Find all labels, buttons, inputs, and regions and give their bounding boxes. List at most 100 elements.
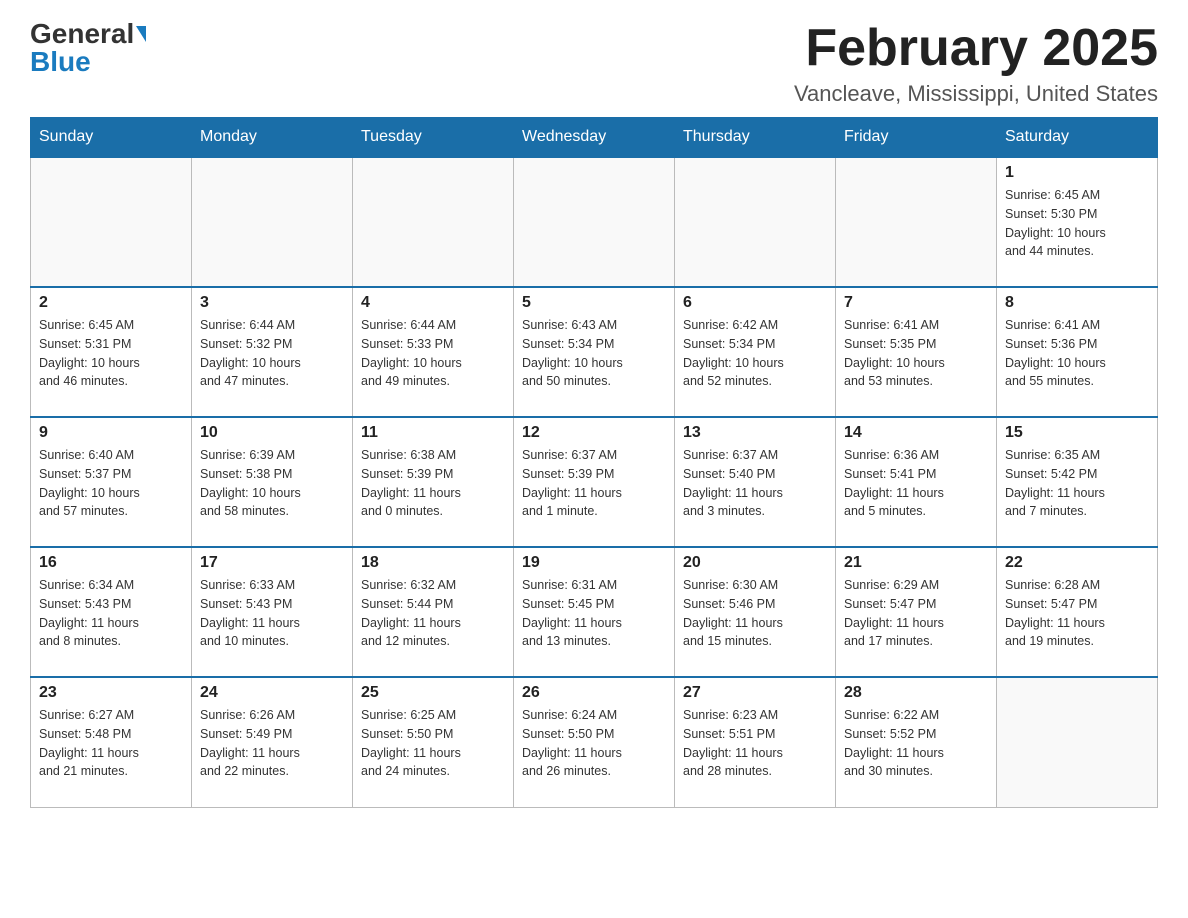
day-number: 7 xyxy=(844,294,988,312)
logo-blue-text: Blue xyxy=(30,48,91,76)
calendar-cell xyxy=(997,677,1158,807)
calendar-cell: 2 Sunrise: 6:45 AMSunset: 5:31 PMDaylight… xyxy=(31,287,192,417)
calendar-cell xyxy=(353,157,514,287)
calendar-cell: 11Sunrise: 6:38 AMSunset: 5:39 PMDayligh… xyxy=(353,417,514,547)
weekday-header-tuesday: Tuesday xyxy=(353,118,514,158)
day-info: Sunrise: 6:41 AMSunset: 5:36 PMDaylight:… xyxy=(1005,316,1149,391)
week-row-2: 2 Sunrise: 6:45 AMSunset: 5:31 PMDaylight… xyxy=(31,287,1158,417)
day-number: 12 xyxy=(522,424,666,442)
calendar-cell: 27 Sunrise: 6:23 AMSunset: 5:51 PMDayligh… xyxy=(675,677,836,807)
calendar-cell: 15 Sunrise: 6:35 AMSunset: 5:42 PMDayligh… xyxy=(997,417,1158,547)
title-area: February 2025 Vancleave, Mississippi, Un… xyxy=(794,20,1158,107)
calendar-cell xyxy=(836,157,997,287)
weekday-header-sunday: Sunday xyxy=(31,118,192,158)
calendar-cell: 16 Sunrise: 6:34 AMSunset: 5:43 PMDayligh… xyxy=(31,547,192,677)
calendar-cell xyxy=(675,157,836,287)
day-number: 14 xyxy=(844,424,988,442)
calendar-cell: 3 Sunrise: 6:44 AMSunset: 5:32 PMDaylight… xyxy=(192,287,353,417)
day-number: 15 xyxy=(1005,424,1149,442)
calendar-cell: 8 Sunrise: 6:41 AMSunset: 5:36 PMDaylight… xyxy=(997,287,1158,417)
day-number: 26 xyxy=(522,684,666,702)
day-info: Sunrise: 6:26 AMSunset: 5:49 PMDaylight:… xyxy=(200,706,344,781)
day-info: Sunrise: 6:45 AMSunset: 5:31 PMDaylight:… xyxy=(39,316,183,391)
day-info: Sunrise: 6:28 AMSunset: 5:47 PMDaylight:… xyxy=(1005,576,1149,651)
day-info: Sunrise: 6:44 AMSunset: 5:32 PMDaylight:… xyxy=(200,316,344,391)
calendar-cell: 6 Sunrise: 6:42 AMSunset: 5:34 PMDaylight… xyxy=(675,287,836,417)
day-number: 27 xyxy=(683,684,827,702)
weekday-header-monday: Monday xyxy=(192,118,353,158)
calendar-cell: 5Sunrise: 6:43 AMSunset: 5:34 PMDaylight… xyxy=(514,287,675,417)
calendar-cell: 10 Sunrise: 6:39 AMSunset: 5:38 PMDayligh… xyxy=(192,417,353,547)
day-info: Sunrise: 6:25 AMSunset: 5:50 PMDaylight:… xyxy=(361,706,505,781)
calendar-subtitle: Vancleave, Mississippi, United States xyxy=(794,81,1158,107)
day-info: Sunrise: 6:30 AMSunset: 5:46 PMDaylight:… xyxy=(683,576,827,651)
calendar-cell xyxy=(514,157,675,287)
day-info: Sunrise: 6:37 AMSunset: 5:39 PMDaylight:… xyxy=(522,446,666,521)
weekday-header-friday: Friday xyxy=(836,118,997,158)
day-info: Sunrise: 6:45 AMSunset: 5:30 PMDaylight:… xyxy=(1005,186,1149,261)
day-number: 18 xyxy=(361,554,505,572)
day-number: 8 xyxy=(1005,294,1149,312)
day-number: 22 xyxy=(1005,554,1149,572)
day-number: 3 xyxy=(200,294,344,312)
day-number: 17 xyxy=(200,554,344,572)
day-info: Sunrise: 6:22 AMSunset: 5:52 PMDaylight:… xyxy=(844,706,988,781)
day-number: 13 xyxy=(683,424,827,442)
day-info: Sunrise: 6:23 AMSunset: 5:51 PMDaylight:… xyxy=(683,706,827,781)
day-info: Sunrise: 6:27 AMSunset: 5:48 PMDaylight:… xyxy=(39,706,183,781)
week-row-4: 16 Sunrise: 6:34 AMSunset: 5:43 PMDayligh… xyxy=(31,547,1158,677)
day-info: Sunrise: 6:42 AMSunset: 5:34 PMDaylight:… xyxy=(683,316,827,391)
calendar-cell: 23 Sunrise: 6:27 AMSunset: 5:48 PMDayligh… xyxy=(31,677,192,807)
day-number: 28 xyxy=(844,684,988,702)
day-info: Sunrise: 6:35 AMSunset: 5:42 PMDaylight:… xyxy=(1005,446,1149,521)
calendar-cell: 21 Sunrise: 6:29 AMSunset: 5:47 PMDayligh… xyxy=(836,547,997,677)
calendar-cell: 18 Sunrise: 6:32 AMSunset: 5:44 PMDayligh… xyxy=(353,547,514,677)
calendar-cell: 4Sunrise: 6:44 AMSunset: 5:33 PMDaylight… xyxy=(353,287,514,417)
weekday-header-thursday: Thursday xyxy=(675,118,836,158)
calendar-cell: 14 Sunrise: 6:36 AMSunset: 5:41 PMDayligh… xyxy=(836,417,997,547)
calendar-cell: 19 Sunrise: 6:31 AMSunset: 5:45 PMDayligh… xyxy=(514,547,675,677)
week-row-1: 1 Sunrise: 6:45 AMSunset: 5:30 PMDaylight… xyxy=(31,157,1158,287)
day-info: Sunrise: 6:32 AMSunset: 5:44 PMDaylight:… xyxy=(361,576,505,651)
day-info: Sunrise: 6:38 AMSunset: 5:39 PMDaylight:… xyxy=(361,446,505,521)
day-number: 2 xyxy=(39,294,183,312)
calendar-cell: 7 Sunrise: 6:41 AMSunset: 5:35 PMDaylight… xyxy=(836,287,997,417)
day-info: Sunrise: 6:29 AMSunset: 5:47 PMDaylight:… xyxy=(844,576,988,651)
day-number: 1 xyxy=(1005,164,1149,182)
calendar-cell: 25Sunrise: 6:25 AMSunset: 5:50 PMDayligh… xyxy=(353,677,514,807)
day-info: Sunrise: 6:41 AMSunset: 5:35 PMDaylight:… xyxy=(844,316,988,391)
calendar-cell: 26 Sunrise: 6:24 AMSunset: 5:50 PMDayligh… xyxy=(514,677,675,807)
day-info: Sunrise: 6:31 AMSunset: 5:45 PMDaylight:… xyxy=(522,576,666,651)
calendar-table: SundayMondayTuesdayWednesdayThursdayFrid… xyxy=(30,117,1158,808)
weekday-header-saturday: Saturday xyxy=(997,118,1158,158)
calendar-title: February 2025 xyxy=(794,20,1158,77)
day-number: 6 xyxy=(683,294,827,312)
week-row-3: 9 Sunrise: 6:40 AMSunset: 5:37 PMDaylight… xyxy=(31,417,1158,547)
day-info: Sunrise: 6:39 AMSunset: 5:38 PMDaylight:… xyxy=(200,446,344,521)
day-number: 9 xyxy=(39,424,183,442)
day-info: Sunrise: 6:24 AMSunset: 5:50 PMDaylight:… xyxy=(522,706,666,781)
day-number: 16 xyxy=(39,554,183,572)
day-info: Sunrise: 6:44 AMSunset: 5:33 PMDaylight:… xyxy=(361,316,505,391)
day-info: Sunrise: 6:40 AMSunset: 5:37 PMDaylight:… xyxy=(39,446,183,521)
calendar-cell: 1 Sunrise: 6:45 AMSunset: 5:30 PMDaylight… xyxy=(997,157,1158,287)
week-row-5: 23 Sunrise: 6:27 AMSunset: 5:48 PMDayligh… xyxy=(31,677,1158,807)
day-info: Sunrise: 6:37 AMSunset: 5:40 PMDaylight:… xyxy=(683,446,827,521)
weekday-header-row: SundayMondayTuesdayWednesdayThursdayFrid… xyxy=(31,118,1158,158)
page-header: General Blue February 2025 Vancleave, Mi… xyxy=(30,20,1158,107)
day-number: 10 xyxy=(200,424,344,442)
calendar-cell: 20Sunrise: 6:30 AMSunset: 5:46 PMDayligh… xyxy=(675,547,836,677)
day-info: Sunrise: 6:34 AMSunset: 5:43 PMDaylight:… xyxy=(39,576,183,651)
calendar-cell: 13 Sunrise: 6:37 AMSunset: 5:40 PMDayligh… xyxy=(675,417,836,547)
calendar-cell: 24 Sunrise: 6:26 AMSunset: 5:49 PMDayligh… xyxy=(192,677,353,807)
calendar-cell: 12 Sunrise: 6:37 AMSunset: 5:39 PMDayligh… xyxy=(514,417,675,547)
logo-general-text: General xyxy=(30,20,134,48)
day-number: 21 xyxy=(844,554,988,572)
calendar-cell: 9 Sunrise: 6:40 AMSunset: 5:37 PMDaylight… xyxy=(31,417,192,547)
logo: General Blue xyxy=(30,20,146,76)
day-number: 19 xyxy=(522,554,666,572)
day-number: 23 xyxy=(39,684,183,702)
logo-triangle-icon xyxy=(136,26,146,42)
day-info: Sunrise: 6:36 AMSunset: 5:41 PMDaylight:… xyxy=(844,446,988,521)
day-number: 24 xyxy=(200,684,344,702)
